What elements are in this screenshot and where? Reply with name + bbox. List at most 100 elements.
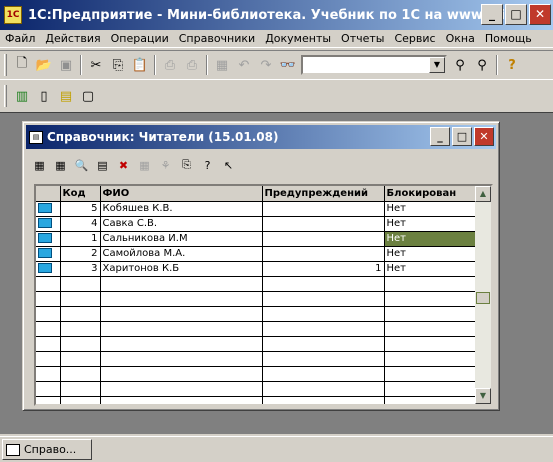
redo-icon[interactable]: ↷: [255, 54, 277, 76]
maximize-button[interactable]: □: [505, 4, 527, 25]
warnings-cell[interactable]: [262, 231, 385, 247]
toolbar-separator: [80, 55, 82, 75]
find-next-icon[interactable]: ⚲: [449, 54, 471, 76]
table-row[interactable]: 2 Самойлова М.А. Нет: [36, 246, 477, 262]
blocked-cell[interactable]: Нет: [384, 216, 477, 232]
name-cell[interactable]: Сальникова И.М: [100, 231, 263, 247]
folder-icon: [38, 248, 52, 258]
name-cell[interactable]: Харитонов К.Б: [100, 261, 263, 277]
secondary-toolbar: ▥ ▯ ▤ ▢: [0, 82, 130, 110]
scroll-up-icon[interactable]: ▲: [475, 186, 491, 202]
help-icon[interactable]: ?: [501, 54, 523, 76]
blank-page-icon[interactable]: ▢: [77, 85, 99, 107]
name-cell[interactable]: Самойлова М.А.: [100, 246, 263, 262]
undo-icon[interactable]: ↶: [233, 54, 255, 76]
cut-icon[interactable]: ✂: [85, 54, 107, 76]
close-button[interactable]: ✕: [529, 4, 551, 25]
code-cell[interactable]: 3: [60, 261, 101, 277]
books-icon[interactable]: ▥: [11, 85, 33, 107]
vertical-scrollbar[interactable]: ▲ ▼: [475, 186, 491, 404]
table-header-row: Код ФИО Предупреждений Блокирован: [36, 186, 477, 202]
child-toolbar: ▦ ▦ 🔍 ▤ ✖ ▦ ⚘ ⎘ ? ↖: [29, 154, 239, 176]
child-minimize-button[interactable]: _: [430, 127, 450, 146]
minimize-button[interactable]: _: [481, 4, 503, 25]
header-blocked[interactable]: Блокирован: [384, 186, 477, 202]
menu-reports[interactable]: Отчеты: [336, 32, 389, 45]
delete-item-icon[interactable]: ✖: [113, 154, 134, 176]
properties-icon[interactable]: ▦: [211, 54, 233, 76]
menu-windows[interactable]: Окна: [441, 32, 480, 45]
print-icon[interactable]: ⎙: [159, 54, 181, 76]
menu-actions[interactable]: Действия: [40, 32, 105, 45]
menu-help[interactable]: Помощь: [480, 32, 537, 45]
toolbar-grip[interactable]: [4, 85, 7, 107]
code-cell[interactable]: 4: [60, 216, 101, 232]
warnings-cell[interactable]: 1: [262, 261, 385, 277]
add-group-icon[interactable]: ▦: [50, 154, 71, 176]
name-cell[interactable]: Кобяшев К.В.: [100, 201, 263, 217]
print-preview-icon[interactable]: ⎙: [181, 54, 203, 76]
blocked-cell[interactable]: Нет: [384, 261, 477, 277]
search-combo[interactable]: ▼: [301, 55, 447, 75]
readers-window-title: Справочник: Читатели (15.01.08): [47, 130, 279, 144]
child-maximize-button[interactable]: □: [452, 127, 472, 146]
table-row[interactable]: 3 Харитонов К.Б 1 Нет: [36, 261, 477, 277]
header-icon: [36, 186, 61, 202]
scroll-down-icon[interactable]: ▼: [475, 388, 491, 404]
warnings-cell[interactable]: [262, 216, 385, 232]
copy-item-icon[interactable]: ▤: [92, 154, 113, 176]
blocked-cell[interactable]: Нет: [384, 201, 477, 217]
open-folder-icon[interactable]: 📂: [33, 54, 55, 76]
header-code[interactable]: Код: [60, 186, 101, 202]
menu-references[interactable]: Справочники: [174, 32, 260, 45]
save-icon[interactable]: ▣: [55, 54, 77, 76]
warnings-cell[interactable]: [262, 201, 385, 217]
empty-row: [36, 351, 477, 367]
paste-icon[interactable]: 📋: [129, 54, 151, 76]
add-item-icon[interactable]: ▦: [29, 154, 50, 176]
menu-documents[interactable]: Документы: [260, 32, 336, 45]
header-warnings[interactable]: Предупреждений: [262, 186, 385, 202]
warnings-cell[interactable]: [262, 246, 385, 262]
move-item-icon[interactable]: ▦: [134, 154, 155, 176]
app-title-bar[interactable]: 1С 1С:Предприятие - Мини-библиотека. Уче…: [0, 0, 553, 30]
header-name[interactable]: ФИО: [100, 186, 263, 202]
menu-file[interactable]: Файл: [0, 32, 40, 45]
new-document-icon[interactable]: 🗋: [11, 54, 33, 76]
blocked-cell-selected[interactable]: Нет: [384, 231, 477, 247]
folder-icon: [38, 218, 52, 228]
menu-operations[interactable]: Операции: [106, 32, 174, 45]
empty-row: [36, 306, 477, 322]
row-icon-cell: [36, 216, 61, 232]
row-icon-cell: [36, 231, 61, 247]
taskbar-window-button[interactable]: Справо...: [2, 439, 92, 460]
document-icon[interactable]: ▯: [33, 85, 55, 107]
menu-service[interactable]: Сервис: [389, 32, 440, 45]
table-row-selected[interactable]: 1 Сальникова И.М Нет: [36, 231, 477, 247]
code-cell[interactable]: 5: [60, 201, 101, 217]
name-cell[interactable]: Савка С.В.: [100, 216, 263, 232]
readers-window-title-bar[interactable]: ▤ Справочник: Читатели (15.01.08) _ □ ✕: [26, 125, 496, 149]
toolbar-grip[interactable]: [4, 54, 7, 76]
help-icon[interactable]: ?: [197, 154, 218, 176]
code-cell[interactable]: 1: [60, 231, 101, 247]
code-cell[interactable]: 2: [60, 246, 101, 262]
context-help-icon[interactable]: ↖: [218, 154, 239, 176]
table-row[interactable]: 5 Кобяшев К.В. Нет: [36, 201, 477, 217]
find-icon[interactable]: 👓: [277, 54, 299, 76]
copy-icon[interactable]: ⎘: [176, 154, 197, 176]
chevron-down-icon[interactable]: ▼: [429, 57, 445, 73]
child-close-button[interactable]: ✕: [474, 127, 494, 146]
hierarchy-icon[interactable]: ⚘: [155, 154, 176, 176]
find-item-icon[interactable]: 🔍: [71, 154, 92, 176]
blocked-cell[interactable]: Нет: [384, 246, 477, 262]
app-title: 1С:Предприятие - Мини-библиотека. Учебни…: [28, 7, 549, 23]
copy-icon[interactable]: ⎘: [107, 54, 129, 76]
empty-row: [36, 366, 477, 382]
main-toolbar: 🗋 📂 ▣ ✂ ⎘ 📋 ⎙ ⎙ ▦ ↶ ↷ 👓 ▼ ⚲ ⚲ ?: [0, 50, 553, 80]
scroll-thumb[interactable]: [476, 292, 490, 304]
journal-icon[interactable]: ▤: [55, 85, 77, 107]
find-previous-icon[interactable]: ⚲: [471, 54, 493, 76]
table-row[interactable]: 4 Савка С.В. Нет: [36, 216, 477, 232]
folder-icon: [38, 203, 52, 213]
